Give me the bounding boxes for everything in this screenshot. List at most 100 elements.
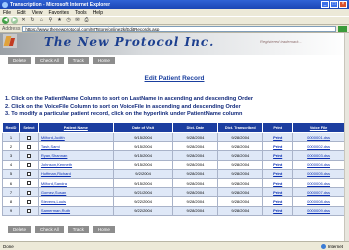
- print-link[interactable]: Print: [262, 177, 294, 189]
- voice-file-link[interactable]: 0000003.dss: [292, 150, 345, 161]
- patient-name-link[interactable]: Gomez,Susan: [37, 187, 114, 198]
- voice-file-link[interactable]: 0000002.dss: [292, 141, 345, 152]
- patient-name-link[interactable]: Johnson,Kenneth: [37, 159, 114, 170]
- voice-file-link[interactable]: 0000005.dss: [292, 168, 345, 179]
- address-input[interactable]: https://www.thenewprotocol.com/MTstore/o…: [22, 25, 336, 32]
- voice-file-link[interactable]: 0000004.dss: [292, 159, 345, 170]
- cell-select: [18, 177, 39, 189]
- cell-recid: 1: [2, 131, 20, 143]
- row-checkbox[interactable]: [26, 181, 31, 186]
- row-checkbox[interactable]: [26, 209, 31, 214]
- patient-name-link[interactable]: Milford,Sandra: [37, 177, 114, 189]
- print-link[interactable]: Print: [262, 141, 294, 152]
- print-link[interactable]: Print: [262, 168, 294, 179]
- row-checkbox[interactable]: [26, 135, 31, 140]
- forward-icon[interactable]: ▶: [11, 17, 18, 24]
- delete-button[interactable]: Delete: [8, 57, 32, 64]
- stop-icon[interactable]: ✕: [20, 17, 27, 24]
- page-title[interactable]: Edit Patient Record: [0, 75, 349, 82]
- patient-name-link[interactable]: Ryan,Shannan: [37, 150, 114, 161]
- voice-file-link[interactable]: 0000007.dss: [292, 187, 345, 198]
- print-link[interactable]: Print: [262, 131, 294, 143]
- maximize-icon[interactable]: □: [330, 1, 338, 8]
- minimize-icon[interactable]: _: [321, 1, 329, 8]
- column-header-patient-name[interactable]: Patient Name: [37, 122, 114, 133]
- cell-dict-date: 9/28/2004: [172, 205, 219, 216]
- row-checkbox[interactable]: [26, 190, 31, 195]
- menu-favorites[interactable]: Favorites: [48, 10, 69, 16]
- window-title: Transcription - Microsoft Internet Explo…: [10, 1, 111, 8]
- mail-icon[interactable]: ✉: [74, 17, 81, 24]
- row-checkbox[interactable]: [26, 153, 31, 158]
- top-button-row: Delete Check All Track Home: [8, 57, 115, 64]
- patient-name-link[interactable]: Hoffman,Richard: [37, 168, 114, 179]
- print-link[interactable]: Print: [262, 159, 294, 170]
- security-zone: Internet: [320, 243, 343, 249]
- search-icon[interactable]: ⚲: [47, 17, 54, 24]
- check-all-button[interactable]: Check All: [35, 57, 64, 64]
- menu-edit[interactable]: Edit: [17, 10, 26, 16]
- menu-tools[interactable]: Tools: [75, 10, 87, 16]
- patient-name-link[interactable]: Tash,Sami: [37, 141, 114, 152]
- print-link[interactable]: Print: [262, 187, 294, 198]
- menu-help[interactable]: Help: [93, 10, 103, 16]
- voice-file-link[interactable]: 0000009.dss: [292, 205, 345, 216]
- globe-icon: [320, 243, 326, 249]
- cell-select: [18, 131, 39, 143]
- home-icon[interactable]: ⌂: [38, 17, 45, 24]
- voice-file-link[interactable]: 0000008.dss: [292, 196, 345, 207]
- column-header-voice-file[interactable]: Voice File: [292, 122, 345, 133]
- cell-recid: 3: [2, 150, 20, 161]
- cell-recid: 6: [2, 177, 20, 189]
- cell-dict-date: 9/28/2004: [172, 159, 219, 170]
- check-all-button[interactable]: Check All: [35, 226, 64, 233]
- voice-file-link[interactable]: 0000006.dss: [292, 177, 345, 189]
- instruction-line: 3. To modify a particular patient record…: [5, 111, 243, 117]
- print-link[interactable]: Print: [262, 196, 294, 207]
- table-row: 1 Milford,Judith 9/15/2004 9/28/2004 9/2…: [2, 131, 345, 143]
- row-checkbox[interactable]: [26, 172, 31, 177]
- voice-file-link[interactable]: 0000001.dss: [292, 131, 345, 143]
- delete-button[interactable]: Delete: [8, 226, 32, 233]
- patient-name-link[interactable]: Stevens,Louis: [37, 196, 114, 207]
- cell-dict-date: 9/28/2004: [172, 187, 219, 198]
- favorites-icon[interactable]: ★: [56, 17, 63, 24]
- track-button[interactable]: Track: [67, 226, 89, 233]
- history-icon[interactable]: ◷: [65, 17, 72, 24]
- print-link[interactable]: Print: [262, 205, 294, 216]
- cell-select: [18, 196, 39, 207]
- cell-date-of-visit: 9/15/2004: [112, 150, 174, 161]
- ie-icon: [2, 1, 8, 8]
- address-label: Address: [2, 25, 21, 32]
- home-button[interactable]: Home: [92, 57, 115, 64]
- close-icon[interactable]: ×: [339, 1, 347, 8]
- row-checkbox[interactable]: [26, 163, 31, 168]
- vertical-scrollbar[interactable]: [344, 33, 349, 241]
- patient-name-link[interactable]: Samerman,Ruth: [37, 205, 114, 216]
- column-header-print: Print: [262, 122, 294, 133]
- row-checkbox[interactable]: [26, 144, 31, 149]
- back-icon[interactable]: ◀: [2, 17, 9, 24]
- row-checkbox[interactable]: [26, 199, 31, 204]
- cell-dict-transcribed: 9/28/2004: [217, 131, 264, 143]
- column-header-dict-date: Dict. Date: [172, 122, 219, 133]
- patient-name-link[interactable]: Milford,Judith: [37, 131, 114, 143]
- go-button[interactable]: [338, 25, 347, 32]
- cell-recid: 8: [2, 196, 20, 207]
- print-link[interactable]: Print: [262, 150, 294, 161]
- cell-select: [18, 159, 39, 170]
- home-button[interactable]: Home: [92, 226, 115, 233]
- menu-view[interactable]: View: [32, 10, 43, 16]
- cell-select: [18, 205, 39, 216]
- track-button[interactable]: Track: [67, 57, 89, 64]
- column-header-date-of-visit: Date of Visit: [112, 122, 174, 133]
- cell-recid: 5: [2, 168, 20, 179]
- print-icon[interactable]: ⎙: [83, 17, 90, 24]
- cell-select: [18, 141, 39, 152]
- table-row: 3 Ryan,Shannan 9/15/2004 9/28/2004 9/28/…: [2, 150, 345, 161]
- cell-recid: 4: [2, 159, 20, 170]
- cell-dict-date: 9/28/2004: [172, 196, 219, 207]
- refresh-icon[interactable]: ↻: [29, 17, 36, 24]
- menu-file[interactable]: File: [3, 10, 11, 16]
- address-bar: Address https://www.thenewprotocol.com/M…: [0, 25, 349, 33]
